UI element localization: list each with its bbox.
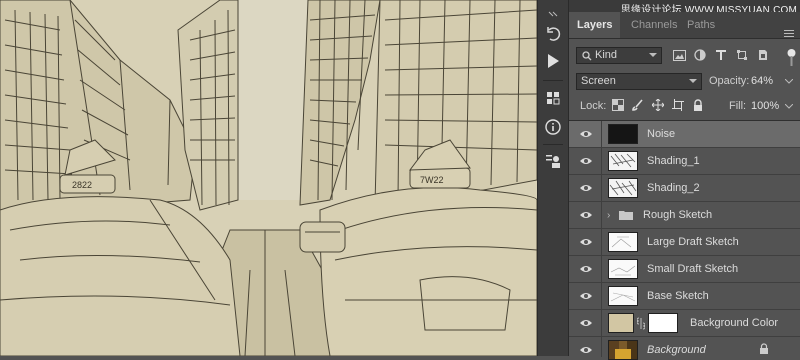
- panel-tool-strip: [537, 0, 569, 356]
- svg-text:7W22: 7W22: [420, 175, 444, 185]
- blend-row: Screen Opacity: 64%: [569, 71, 800, 91]
- tab-paths[interactable]: Paths: [687, 12, 715, 38]
- layer-thumbnail: [608, 232, 638, 252]
- opacity-label: Opacity:: [709, 75, 750, 87]
- expand-chevron-icon[interactable]: ›: [607, 210, 610, 221]
- lock-artboard-icon[interactable]: [672, 99, 684, 111]
- visibility-eye-icon[interactable]: [579, 264, 593, 274]
- layer-thumbnail: [608, 340, 638, 360]
- visibility-eye-icon[interactable]: [579, 183, 593, 193]
- layer-row-shading-2[interactable]: Shading_2: [569, 175, 800, 202]
- visibility-eye-icon[interactable]: [579, 156, 593, 166]
- smart-object-filter-icon[interactable]: [756, 48, 770, 62]
- layer-list: Noise Shading_1 Shading_2 › Rough Sketch: [569, 120, 800, 360]
- tab-channels[interactable]: Channels: [631, 12, 677, 38]
- blend-mode-dropdown[interactable]: Screen: [576, 73, 702, 90]
- layer-name: Background: [647, 344, 706, 356]
- layer-name: Background Color: [690, 317, 779, 329]
- fill-label: Fill:: [729, 100, 747, 112]
- layer-row-background-color[interactable]: Background Color: [569, 310, 800, 337]
- layer-mask-thumbnail[interactable]: [648, 313, 678, 333]
- street-sketch-artwork: 2822 7W22: [0, 0, 537, 356]
- blend-mode-value: Screen: [581, 75, 616, 87]
- layer-group-rough-sketch[interactable]: › Rough Sketch: [569, 202, 800, 229]
- clone-source-icon[interactable]: [542, 150, 564, 172]
- info-icon[interactable]: [542, 116, 564, 138]
- opacity-caret-icon[interactable]: [785, 79, 793, 84]
- visibility-eye-icon[interactable]: [579, 318, 593, 328]
- mask-link-icon[interactable]: [637, 317, 645, 330]
- svg-text:2822: 2822: [72, 180, 92, 190]
- lock-row: Lock: Fill: 100%: [569, 96, 800, 116]
- layer-row-noise[interactable]: Noise: [569, 121, 800, 148]
- play-icon[interactable]: [542, 50, 564, 72]
- opacity-value[interactable]: 64%: [751, 75, 773, 87]
- layers-panel: 思缘设计论坛 WWW.MISSYUAN.COM Layers Channels …: [569, 0, 800, 360]
- layer-thumbnail: [608, 286, 638, 306]
- visibility-eye-icon[interactable]: [579, 291, 593, 301]
- layer-name: Shading_2: [647, 182, 700, 194]
- lock-transparent-pixels-icon[interactable]: [612, 99, 624, 111]
- layer-row-base-sketch[interactable]: Base Sketch: [569, 283, 800, 310]
- layer-thumbnail: [608, 178, 638, 198]
- layer-row-small-draft-sketch[interactable]: Small Draft Sketch: [569, 256, 800, 283]
- layer-thumbnail: [608, 151, 638, 171]
- filter-kind-dropdown[interactable]: Kind: [576, 47, 662, 64]
- document-canvas[interactable]: 2822 7W22: [0, 0, 537, 356]
- layer-thumbnail: [608, 124, 638, 144]
- color-fill-swatch[interactable]: [608, 313, 634, 333]
- search-icon: [582, 51, 592, 61]
- 3d-icon[interactable]: [542, 87, 564, 109]
- fill-value[interactable]: 100%: [751, 100, 779, 112]
- tab-layers[interactable]: Layers: [569, 12, 621, 38]
- fill-caret-icon[interactable]: [785, 104, 793, 109]
- lock-image-pixels-icon[interactable]: [632, 99, 644, 111]
- visibility-eye-icon[interactable]: [579, 129, 593, 139]
- shape-filter-icon[interactable]: [735, 48, 749, 62]
- layer-name: Shading_1: [647, 155, 700, 167]
- type-filter-icon[interactable]: [714, 48, 728, 62]
- adjustment-filter-icon[interactable]: [693, 48, 707, 62]
- lock-label: Lock:: [580, 100, 607, 112]
- layer-row-background[interactable]: Background: [569, 337, 800, 360]
- filter-kind-label: Kind: [595, 49, 618, 61]
- lock-icon: [760, 343, 768, 354]
- layer-name: Small Draft Sketch: [647, 263, 739, 275]
- lock-position-icon[interactable]: [652, 99, 664, 111]
- folder-icon: [619, 211, 633, 220]
- visibility-eye-icon[interactable]: [579, 210, 593, 220]
- lock-all-icon[interactable]: [692, 99, 704, 111]
- layer-row-shading-1[interactable]: Shading_1: [569, 148, 800, 175]
- panel-menu-icon[interactable]: [784, 30, 794, 38]
- filter-toggle-icon[interactable]: [787, 48, 796, 68]
- layer-name: Base Sketch: [647, 290, 709, 302]
- visibility-eye-icon[interactable]: [579, 345, 593, 355]
- layer-name: Large Draft Sketch: [647, 236, 739, 248]
- layer-name: Rough Sketch: [643, 209, 713, 221]
- layer-thumbnail: [608, 259, 638, 279]
- visibility-eye-icon[interactable]: [579, 237, 593, 247]
- history-icon[interactable]: [542, 22, 564, 44]
- layer-row-large-draft-sketch[interactable]: Large Draft Sketch: [569, 229, 800, 256]
- image-filter-icon[interactable]: [672, 48, 686, 62]
- layer-name: Noise: [647, 128, 676, 140]
- filter-row: Kind: [569, 45, 800, 65]
- panel-tab-bar: Layers Channels Paths: [569, 12, 800, 39]
